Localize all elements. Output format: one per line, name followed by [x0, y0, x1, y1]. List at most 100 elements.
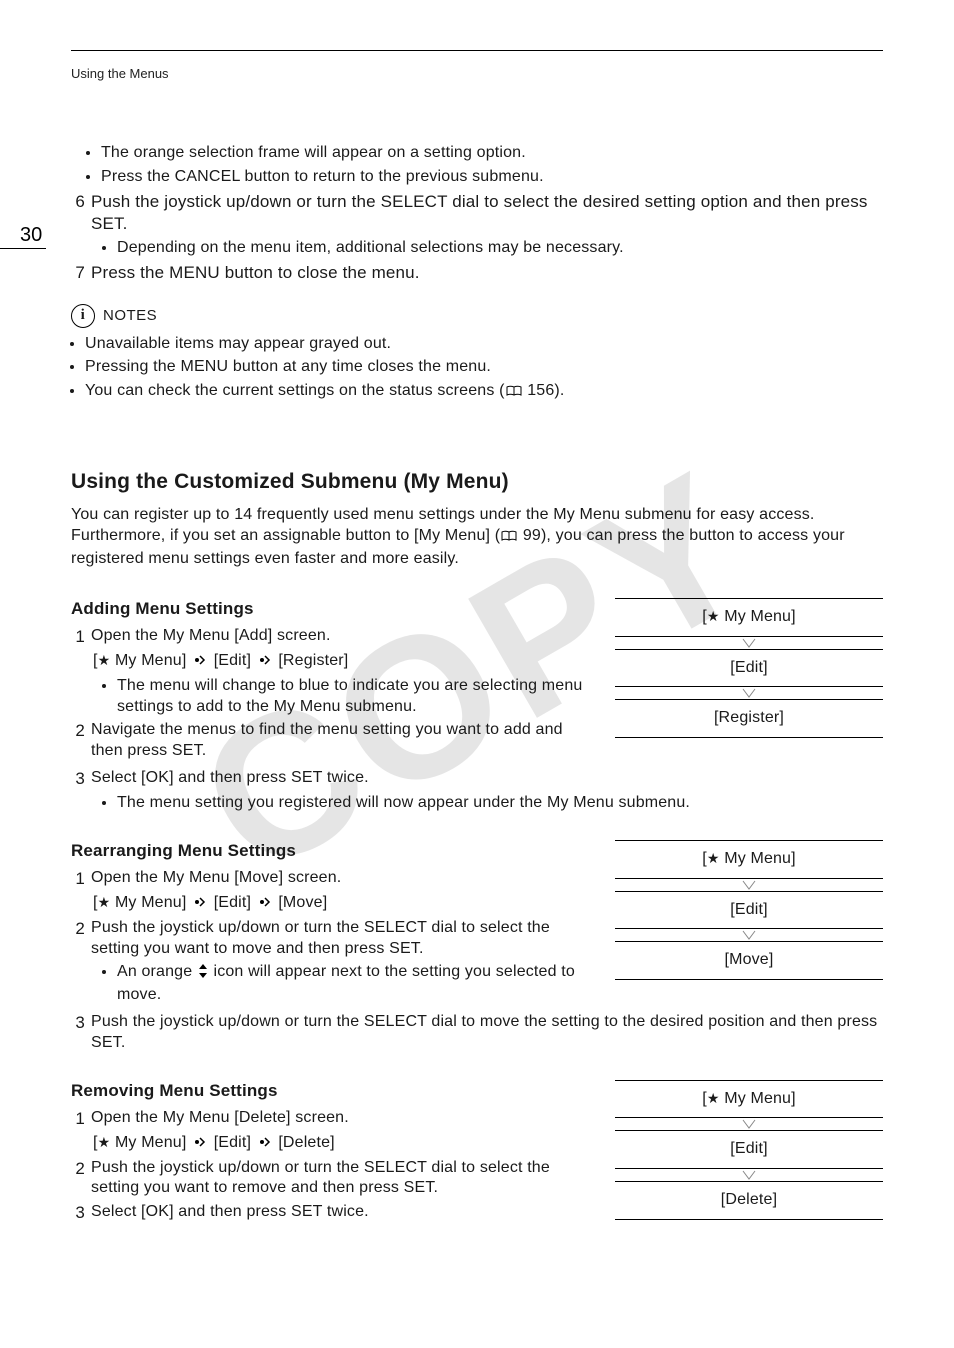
- adding-step-3-sub-1: The menu setting you registered will now…: [117, 793, 883, 814]
- info-icon: i: [71, 304, 95, 328]
- nav-seg-mymenu: [★ My Menu]: [615, 598, 883, 637]
- notes-item-1: Unavailable items may appear grayed out.: [85, 334, 883, 355]
- removing-step-2-text: Push the joystick up/down or turn the SE…: [91, 1158, 597, 1200]
- notes-heading: i NOTES: [71, 304, 883, 328]
- chevron-right-icon: [259, 1134, 271, 1155]
- rearranging-step-2-sub: An orange icon will appear next to the s…: [117, 962, 597, 1006]
- running-head: Using the Menus: [71, 66, 169, 83]
- step-6: 6 Push the joystick up/down or turn the …: [71, 191, 883, 235]
- removing-step-2-num: 2: [71, 1158, 85, 1200]
- page-number: 30: [20, 222, 42, 248]
- removing-breadcrumb: [★ My Menu] [Edit] [Delete]: [93, 1133, 597, 1155]
- top-horizontal-rule: [71, 50, 883, 51]
- nav-arrow-2: [615, 929, 883, 941]
- notes-item-2: Pressing the MENU button at any time clo…: [85, 357, 883, 378]
- adding-step-1-num: 1: [71, 626, 85, 648]
- adding-step-1-sub: The menu will change to blue to indicate…: [117, 676, 597, 718]
- removing-bc-c: [Delete]: [278, 1134, 334, 1151]
- rearranging-nav-path: [★ My Menu] [Edit] [Move]: [615, 840, 883, 980]
- page-content: The orange selection frame will appear o…: [71, 140, 883, 1227]
- rearranging-sub-pre: An orange: [117, 963, 197, 980]
- adding-step-2-text: Navigate the menus to find the menu sett…: [91, 720, 597, 762]
- adding-bc-c: [Register]: [278, 652, 348, 669]
- chevron-right-icon: [259, 652, 271, 673]
- rearranging-step-1: 1 Open the My Menu [Move] screen.: [71, 868, 597, 890]
- adding-step-3-sub: The menu setting you registered will now…: [117, 793, 883, 814]
- nav-seg-mymenu-label: My Menu: [724, 850, 791, 867]
- nav-seg-edit: [Edit]: [615, 1130, 883, 1169]
- intro-bullet-1: The orange selection frame will appear o…: [101, 143, 883, 164]
- my-menu-intro: You can register up to 14 frequently use…: [71, 505, 883, 569]
- step-6-num: 6: [71, 191, 85, 235]
- adding-step-1: 1 Open the My Menu [Add] screen.: [71, 626, 597, 648]
- step-7-text: Press the MENU button to close the menu.: [91, 262, 883, 284]
- removing-section: Removing Menu Settings 1 Open the My Men…: [71, 1080, 883, 1228]
- removing-step-3-text: Select [OK] and then press SET twice.: [91, 1202, 597, 1224]
- nav-seg-register: [Register]: [615, 699, 883, 738]
- rearranging-step-1-text: Open the My Menu [Move] screen.: [91, 868, 597, 890]
- rearranging-bc-b: [Edit]: [214, 894, 251, 911]
- up-down-arrow-icon: [198, 964, 208, 985]
- notes-item-3-post: ).: [554, 382, 564, 399]
- star-icon: ★: [98, 1134, 111, 1150]
- nav-arrow-2: [615, 687, 883, 699]
- chevron-right-icon: [259, 894, 271, 915]
- removing-step-1-text: Open the My Menu [Delete] screen.: [91, 1108, 597, 1130]
- step-7-num: 7: [71, 262, 85, 284]
- page-number-rule: [0, 248, 46, 249]
- notes-item-3: You can check the current settings on th…: [85, 381, 883, 404]
- adding-step-1-sub-1: The menu will change to blue to indicate…: [117, 676, 597, 718]
- my-menu-title: Using the Customized Submenu (My Menu): [71, 468, 883, 495]
- chevron-right-icon: [194, 652, 206, 673]
- star-icon: ★: [98, 894, 111, 910]
- rearranging-title: Rearranging Menu Settings: [71, 840, 597, 862]
- adding-step-2: 2 Navigate the menus to find the menu se…: [71, 720, 597, 762]
- adding-step-3: 3 Select [OK] and then press SET twice.: [71, 768, 883, 790]
- star-icon: ★: [707, 850, 720, 866]
- nav-arrow-1: [615, 637, 883, 649]
- removing-bc-b: [Edit]: [214, 1134, 251, 1151]
- adding-step-1-text: Open the My Menu [Add] screen.: [91, 626, 597, 648]
- notes-label: NOTES: [103, 306, 157, 326]
- rearranging-bc-a: My Menu: [115, 894, 182, 911]
- intro-bullets: The orange selection frame will appear o…: [101, 143, 883, 188]
- star-icon: ★: [707, 608, 720, 624]
- removing-step-1: 1 Open the My Menu [Delete] screen.: [71, 1108, 597, 1130]
- rearranging-step-3: 3 Push the joystick up/down or turn the …: [71, 1012, 883, 1054]
- rearranging-step-3-text: Push the joystick up/down or turn the SE…: [91, 1012, 883, 1054]
- nav-arrow-2: [615, 1169, 883, 1181]
- rearranging-step-1-num: 1: [71, 868, 85, 890]
- removing-step-2: 2 Push the joystick up/down or turn the …: [71, 1158, 597, 1200]
- step-6-text: Push the joystick up/down or turn the SE…: [91, 191, 883, 235]
- book-icon: [501, 528, 517, 549]
- adding-nav-path: [★ My Menu] [Edit] [Register]: [615, 598, 883, 738]
- nav-arrow-1: [615, 879, 883, 891]
- nav-seg-mymenu: [★ My Menu]: [615, 1080, 883, 1119]
- intro-bullet-2: Press the CANCEL button to return to the…: [101, 167, 883, 188]
- adding-step-3-text: Select [OK] and then press SET twice.: [91, 768, 883, 790]
- adding-step-2-num: 2: [71, 720, 85, 762]
- rearranging-section: Rearranging Menu Settings 1 Open the My …: [71, 840, 883, 1009]
- rearranging-step-2: 2 Push the joystick up/down or turn the …: [71, 918, 597, 960]
- adding-bc-a: My Menu: [115, 652, 182, 669]
- rearranging-step-2-num: 2: [71, 918, 85, 960]
- star-icon: ★: [98, 652, 111, 668]
- removing-step-1-num: 1: [71, 1108, 85, 1130]
- adding-section: Adding Menu Settings 1 Open the My Menu …: [71, 598, 883, 765]
- removing-bc-a: My Menu: [115, 1134, 182, 1151]
- adding-step-3-num: 3: [71, 768, 85, 790]
- step-6-sub-1: Depending on the menu item, additional s…: [117, 238, 883, 259]
- my-menu-intro-ref: 99: [523, 527, 541, 544]
- removing-title: Removing Menu Settings: [71, 1080, 597, 1102]
- notes-item-3-ref: 156: [527, 382, 554, 399]
- chevron-right-icon: [194, 894, 206, 915]
- adding-title: Adding Menu Settings: [71, 598, 597, 620]
- nav-seg-mymenu-label: My Menu: [724, 1090, 791, 1107]
- rearranging-step-3-num: 3: [71, 1012, 85, 1054]
- notes-block: i NOTES Unavailable items may appear gra…: [71, 304, 883, 404]
- removing-step-3: 3 Select [OK] and then press SET twice.: [71, 1202, 597, 1224]
- notes-list: Unavailable items may appear grayed out.…: [85, 334, 883, 404]
- removing-nav-path: [★ My Menu] [Edit] [Delete]: [615, 1080, 883, 1220]
- adding-breadcrumb: [★ My Menu] [Edit] [Register]: [93, 651, 597, 673]
- nav-seg-edit: [Edit]: [615, 649, 883, 688]
